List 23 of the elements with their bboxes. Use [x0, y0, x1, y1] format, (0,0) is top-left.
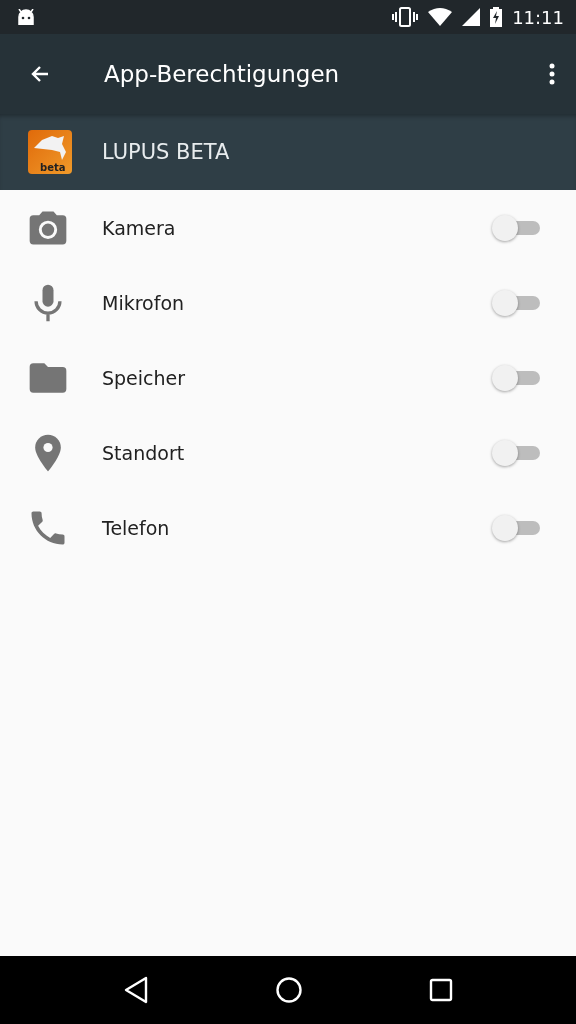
recents-nav-icon[interactable] — [429, 978, 453, 1002]
more-options-icon[interactable] — [548, 62, 556, 86]
signal-icon — [462, 8, 481, 26]
permission-label: Kamera — [102, 216, 177, 239]
toolbar-title: App-Berechtigungen — [104, 61, 341, 87]
status-time: 11:11 — [512, 6, 564, 28]
wifi-icon — [428, 8, 453, 26]
permission-switch[interactable] — [492, 214, 540, 241]
permission-switch[interactable] — [492, 439, 540, 466]
permission-switch[interactable] — [492, 514, 540, 541]
back-nav-icon[interactable] — [123, 976, 149, 1004]
app-name: LUPUS BETA — [102, 140, 230, 164]
android-icon — [17, 9, 35, 25]
permission-label: Standort — [102, 441, 186, 464]
home-nav-icon[interactable] — [275, 976, 303, 1004]
app-icon: beta — [28, 130, 72, 174]
permission-label: Speicher — [102, 366, 187, 389]
permission-switch[interactable] — [492, 364, 540, 391]
permission-label: Telefon — [102, 516, 171, 539]
permission-label: Mikrofon — [102, 291, 186, 314]
vibrate-icon — [392, 7, 419, 27]
battery-icon — [490, 7, 503, 27]
permission-switch[interactable] — [492, 289, 540, 316]
